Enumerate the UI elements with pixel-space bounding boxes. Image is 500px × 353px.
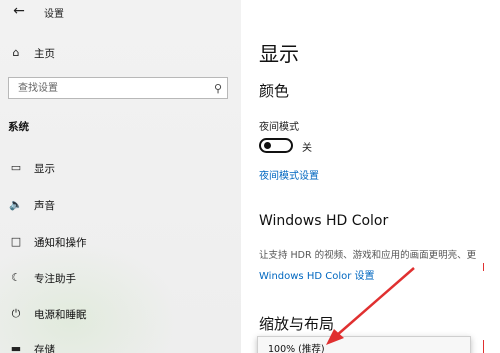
sidebar-item-focus-assist[interactable]: ☾ 专注助手 [0,267,241,289]
sidebar: ← 设置 ⌂ 主页 ⚲ 系统 ▭ 显示 🔈 声音 □ 通知和操作 ☾ 专注助手 … [0,0,241,353]
home-icon: ⌂ [12,46,20,59]
sidebar-item-label: 电源和睡眠 [34,308,87,321]
sidebar-item-notifications[interactable]: □ 通知和操作 [0,231,241,253]
sidebar-item-sound[interactable]: 🔈 声音 [0,194,241,216]
app-title: 设置 [44,9,64,20]
moon-icon: ☾ [11,271,21,284]
red-mark [483,263,484,271]
night-mode-label: 夜间模式 [259,122,299,133]
night-mode-state: 关 [302,143,312,154]
sidebar-item-label: 存储 [34,343,55,353]
sidebar-item-label: 专注助手 [34,272,76,285]
sidebar-item-label: 声音 [34,199,55,212]
search-input[interactable] [9,78,209,98]
section-title: 系统 [8,121,29,133]
back-arrow-icon[interactable]: ← [8,2,30,20]
search-icon[interactable]: ⚲ [209,82,227,95]
hdr-heading: Windows HD Color [259,213,389,229]
main-content: 显示 颜色 夜间模式 关 夜间模式设置 Windows HD Color 让支持… [241,0,500,353]
sidebar-item-label: 主页 [34,47,55,60]
monitor-icon: ▭ [10,161,22,174]
sidebar-item-label: 显示 [34,162,55,175]
hdr-settings-link[interactable]: Windows HD Color 设置 [259,267,375,282]
night-mode-toggle[interactable] [259,138,293,153]
power-icon: ⏻ [11,307,21,320]
color-heading: 颜色 [259,82,290,100]
speaker-icon: 🔈 [9,198,23,211]
scale-dropdown[interactable]: 100% (推荐) [257,336,471,353]
search-box[interactable]: ⚲ [8,77,228,99]
storage-icon: ▬ [10,342,22,353]
scale-dropdown-value: 100% (推荐) [268,344,325,353]
sidebar-item-power[interactable]: ⏻ 电源和睡眠 [0,303,241,325]
sidebar-item-home[interactable]: ⌂ 主页 [0,42,241,64]
page-title: 显示 [259,42,299,66]
sidebar-item-label: 通知和操作 [34,236,87,249]
red-mark [483,340,484,353]
hdr-description: 让支持 HDR 的视频、游戏和应用的画面更明亮、更 [259,250,477,261]
notification-icon: □ [10,235,22,248]
scale-heading: 缩放与布局 [259,315,335,333]
night-mode-settings-link[interactable]: 夜间模式设置 [259,167,319,182]
sidebar-item-display[interactable]: ▭ 显示 [0,157,241,179]
sidebar-item-storage[interactable]: ▬ 存储 [0,338,241,353]
toggle-knob [264,142,271,149]
